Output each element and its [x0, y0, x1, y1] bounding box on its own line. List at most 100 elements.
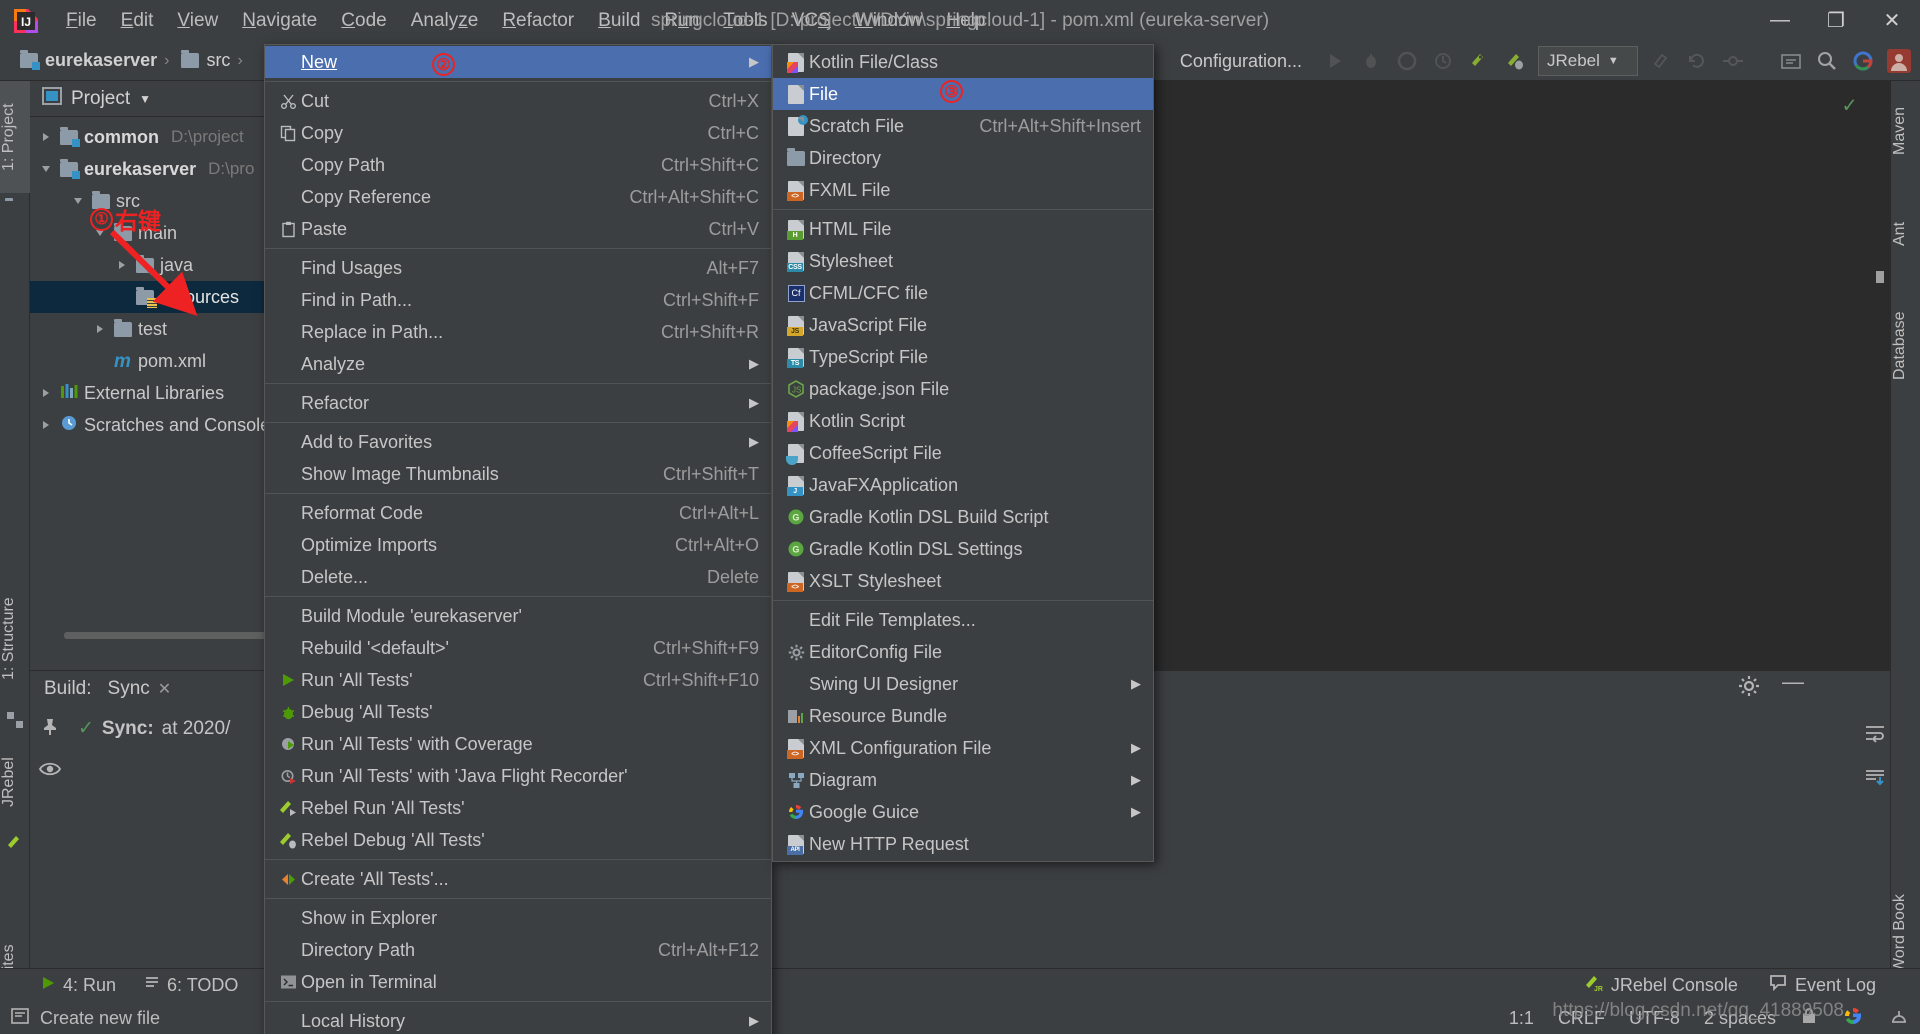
tree-item-common[interactable]: common D:\project — [30, 121, 295, 153]
submenu-item-edit-file-templates[interactable]: Edit File Templates... — [773, 604, 1153, 636]
menubar-item-run[interactable]: Run — [652, 7, 711, 35]
run-with-coverage-icon[interactable] — [1394, 48, 1420, 74]
menubar-item-tools[interactable]: Tools — [711, 7, 779, 35]
submenu-item-gradle-kotlin-dsl-settings[interactable]: G Gradle Kotlin DSL Settings — [773, 533, 1153, 565]
build-tab-sync[interactable]: Sync ✕ — [108, 678, 172, 700]
breadcrumb-eurekaserver[interactable]: eurekaserver › — [14, 50, 175, 71]
jrebel-debug-icon[interactable] — [1502, 48, 1528, 74]
submenu-item-javascript-file[interactable]: JS JavaScript File — [773, 309, 1153, 341]
pin-icon[interactable] — [40, 717, 60, 742]
submenu-item-swing-ui-designer[interactable]: Swing UI Designer ▶ — [773, 668, 1153, 700]
sidebar-tab-maven[interactable]: Maven — [1891, 91, 1920, 171]
menu-item-find-usages[interactable]: Find Usages Alt+F7 — [265, 252, 771, 284]
menu-item-run-with-jfr[interactable]: Run 'All Tests' with 'Java Flight Record… — [265, 760, 771, 792]
submenu-item-kotlin-script[interactable]: Kotlin Script — [773, 405, 1153, 437]
submenu-item-coffeescript-file[interactable]: CoffeeScript File — [773, 437, 1153, 469]
jrebel-run-icon[interactable] — [1466, 48, 1492, 74]
toggle-soft-wrap-icon[interactable] — [1864, 723, 1886, 748]
menubar-item-edit[interactable]: Edit — [109, 7, 166, 35]
menu-item-directory-path[interactable]: Directory Path Ctrl+Alt+F12 — [265, 934, 771, 966]
menu-item-paste[interactable]: Paste Ctrl+V — [265, 213, 771, 245]
menu-item-build-module[interactable]: Build Module 'eurekaserver' — [265, 600, 771, 632]
tree-item-main[interactable]: main — [30, 217, 295, 249]
build-settings-gear-icon[interactable] — [1738, 675, 1760, 703]
submenu-item-xml-configuration-file[interactable]: <> XML Configuration File ▶ — [773, 732, 1153, 764]
expand-arrow-icon[interactable] — [38, 417, 54, 433]
menu-item-analyze[interactable]: Analyze ▶ — [265, 348, 771, 380]
bottom-tab-jrebel-console[interactable]: JR JRebel Console — [1584, 974, 1738, 997]
lock-icon[interactable] — [1800, 1006, 1818, 1031]
menu-item-local-history[interactable]: Local History ▶ — [265, 1005, 771, 1034]
minimize-button[interactable]: — — [1752, 0, 1808, 41]
bottom-tab-todo[interactable]: 6: TODO — [144, 975, 238, 996]
caret-position[interactable]: 1:1 — [1509, 1008, 1534, 1029]
submenu-item-package-json-file[interactable]: JS package.json File — [773, 373, 1153, 405]
close-button[interactable]: ✕ — [1864, 0, 1920, 41]
editor-marker[interactable] — [1876, 271, 1884, 283]
sidebar-tab-ant[interactable]: Ant — [1891, 209, 1920, 259]
menu-item-reformat-code[interactable]: Reformat Code Ctrl+Alt+L — [265, 497, 771, 529]
search-icon[interactable] — [1814, 48, 1840, 74]
debug-button-icon[interactable] — [1358, 48, 1384, 74]
submenu-item-xslt-stylesheet[interactable]: <> XSLT Stylesheet — [773, 565, 1153, 597]
menu-item-run-all-tests[interactable]: Run 'All Tests' Ctrl+Shift+F10 — [265, 664, 771, 696]
menu-item-copy-reference[interactable]: Copy Reference Ctrl+Alt+Shift+C — [265, 181, 771, 213]
menubar-item-refactor[interactable]: Refactor — [490, 7, 586, 35]
eye-icon[interactable] — [38, 760, 62, 783]
menubar-item-vcs[interactable]: VCS — [780, 7, 843, 35]
submenu-item-fxml-file[interactable]: <> FXML File — [773, 174, 1153, 206]
inspection-ok-icon[interactable]: ✓ — [1843, 93, 1856, 118]
submenu-item-file[interactable]: File — [773, 78, 1153, 110]
tree-item-test[interactable]: test — [30, 313, 295, 345]
build-tool-icon[interactable] — [6, 711, 24, 734]
menubar-item-window[interactable]: Window — [843, 7, 935, 35]
menu-item-cut[interactable]: Cut Ctrl+X — [265, 85, 771, 117]
menu-item-create-all-tests[interactable]: Create 'All Tests'... — [265, 863, 771, 895]
submenu-item-stylesheet[interactable]: CSS Stylesheet — [773, 245, 1153, 277]
menubar-item-file[interactable]: File — [54, 7, 109, 35]
menu-item-rebel-debug[interactable]: Rebel Debug 'All Tests' — [265, 824, 771, 856]
collapse-arrow-icon[interactable] — [38, 161, 54, 177]
menu-item-replace-in-path[interactable]: Replace in Path... Ctrl+Shift+R — [265, 316, 771, 348]
menu-item-rebel-run[interactable]: Rebel Run 'All Tests' — [265, 792, 771, 824]
menu-item-open-in-terminal[interactable]: Open in Terminal — [265, 966, 771, 998]
submenu-item-gradle-kotlin-dsl-build-script[interactable]: G Gradle Kotlin DSL Build Script — [773, 501, 1153, 533]
collapse-arrow-icon[interactable] — [70, 193, 86, 209]
tree-item-scratches[interactable]: Scratches and Consoles — [30, 409, 295, 441]
sidebar-tab-project[interactable]: 1: Project — [0, 81, 30, 193]
menubar-item-help[interactable]: Help — [934, 7, 997, 35]
memory-indicator-icon[interactable] — [1888, 1006, 1910, 1031]
expand-arrow-icon[interactable] — [114, 257, 130, 273]
google-icon[interactable] — [1842, 1005, 1864, 1032]
tree-item-src[interactable]: src — [30, 185, 295, 217]
project-panel-scrollbar[interactable] — [64, 632, 280, 639]
submenu-item-html-file[interactable]: H HTML File — [773, 213, 1153, 245]
submenu-item-resource-bundle[interactable]: Resource Bundle — [773, 700, 1153, 732]
menu-item-copy-path[interactable]: Copy Path Ctrl+Shift+C — [265, 149, 771, 181]
menu-item-debug-all-tests[interactable]: Debug 'All Tests' — [265, 696, 771, 728]
expand-arrow-icon[interactable] — [38, 129, 54, 145]
google-translate-icon[interactable] — [1850, 48, 1876, 74]
breadcrumb-src[interactable]: src › — [175, 50, 248, 71]
menu-item-show-in-explorer[interactable]: Show in Explorer — [265, 902, 771, 934]
menu-item-copy[interactable]: Copy Ctrl+C — [265, 117, 771, 149]
build-sync-row[interactable]: ✓ Sync: at 2020/ — [78, 717, 230, 740]
menu-item-delete[interactable]: Delete... Delete — [265, 561, 771, 593]
submenu-item-editorconfig-file[interactable]: EditorConfig File — [773, 636, 1153, 668]
submenu-item-kotlin-file-class[interactable]: Kotlin File/Class — [773, 46, 1153, 78]
tree-item-resources[interactable]: resources — [30, 281, 295, 313]
submenu-item-directory[interactable]: Directory — [773, 142, 1153, 174]
jrebel-selector[interactable]: JRebel ▼ — [1538, 46, 1638, 76]
chevron-down-icon[interactable]: ▼ — [139, 92, 151, 106]
tree-item-external-libraries[interactable]: External Libraries — [30, 377, 295, 409]
hide-panel-icon[interactable]: — — [1782, 671, 1804, 703]
submenu-item-typescript-file[interactable]: TS TypeScript File — [773, 341, 1153, 373]
expand-arrow-icon[interactable] — [92, 321, 108, 337]
menubar-item-navigate[interactable]: Navigate — [230, 7, 329, 35]
collapse-arrow-icon[interactable] — [92, 225, 108, 241]
tree-item-java[interactable]: java — [30, 249, 295, 281]
tree-item-eurekaserver[interactable]: eurekaserver D:\pro — [30, 153, 295, 185]
indent-setting[interactable]: 2 spaces — [1704, 1008, 1776, 1029]
menubar-item-view[interactable]: View — [165, 7, 230, 35]
sidebar-tab-jrebel[interactable]: JRebel — [0, 741, 30, 823]
